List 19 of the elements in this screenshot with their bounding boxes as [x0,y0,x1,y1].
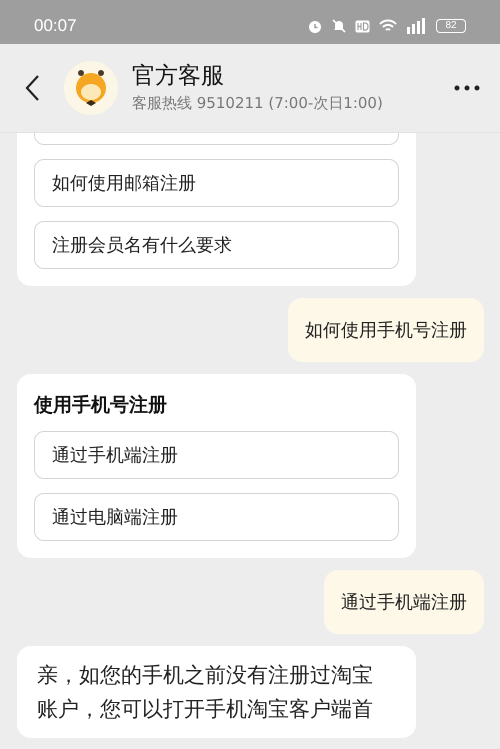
user-message: 如何使用手机号注册 [288,298,484,362]
hotline-text: 客服热线 9510211 (7:00-次日1:00) [132,94,384,114]
mascot-avatar [64,61,118,115]
clock: 00:07 [34,16,77,36]
bot-message: 亲，如您的手机之前没有注册过淘宝账户，您可以打开手机淘宝客户端首 [17,646,416,738]
hd-icon [355,20,370,32]
user-message: 通过手机端注册 [324,570,484,634]
option-button[interactable]: 注册会员名有什么要求 [34,221,399,269]
muted-bell-icon [331,18,347,34]
option-button[interactable]: 如何使用邮箱注册 [34,159,399,207]
signal-icon [406,18,428,34]
back-icon[interactable] [24,74,40,102]
option-button[interactable]: 通过电脑端注册 [34,492,399,541]
more-icon[interactable] [454,85,480,91]
alarm-icon [307,18,323,34]
battery-icon: 82 [436,19,466,33]
card-title: 使用手机号注册 [34,393,168,417]
option-button[interactable]: 通过手机端注册 [34,430,399,479]
chat-title: 官方客服 [132,62,225,90]
